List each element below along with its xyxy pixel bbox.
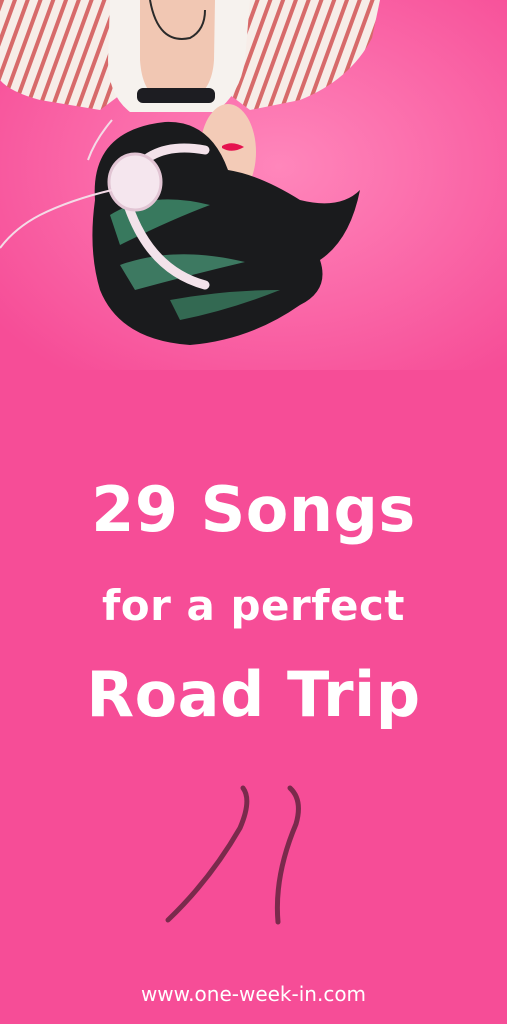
- pin-graphic: 29 Songs for a perfect Road Trip www.one…: [0, 0, 507, 1024]
- road-icon: [165, 785, 301, 925]
- website-url[interactable]: www.one-week-in.com: [0, 980, 507, 1008]
- choker: [137, 88, 215, 103]
- headline-line-3: Road Trip: [86, 658, 421, 731]
- road-right-edge: [274, 785, 301, 925]
- headphone-ear-cup: [107, 152, 163, 212]
- road-left-edge: [165, 785, 250, 923]
- hero-photo: [0, 0, 507, 370]
- headline-line-2: for a perfect: [102, 581, 405, 630]
- headline-line-1: 29 Songs: [91, 473, 416, 546]
